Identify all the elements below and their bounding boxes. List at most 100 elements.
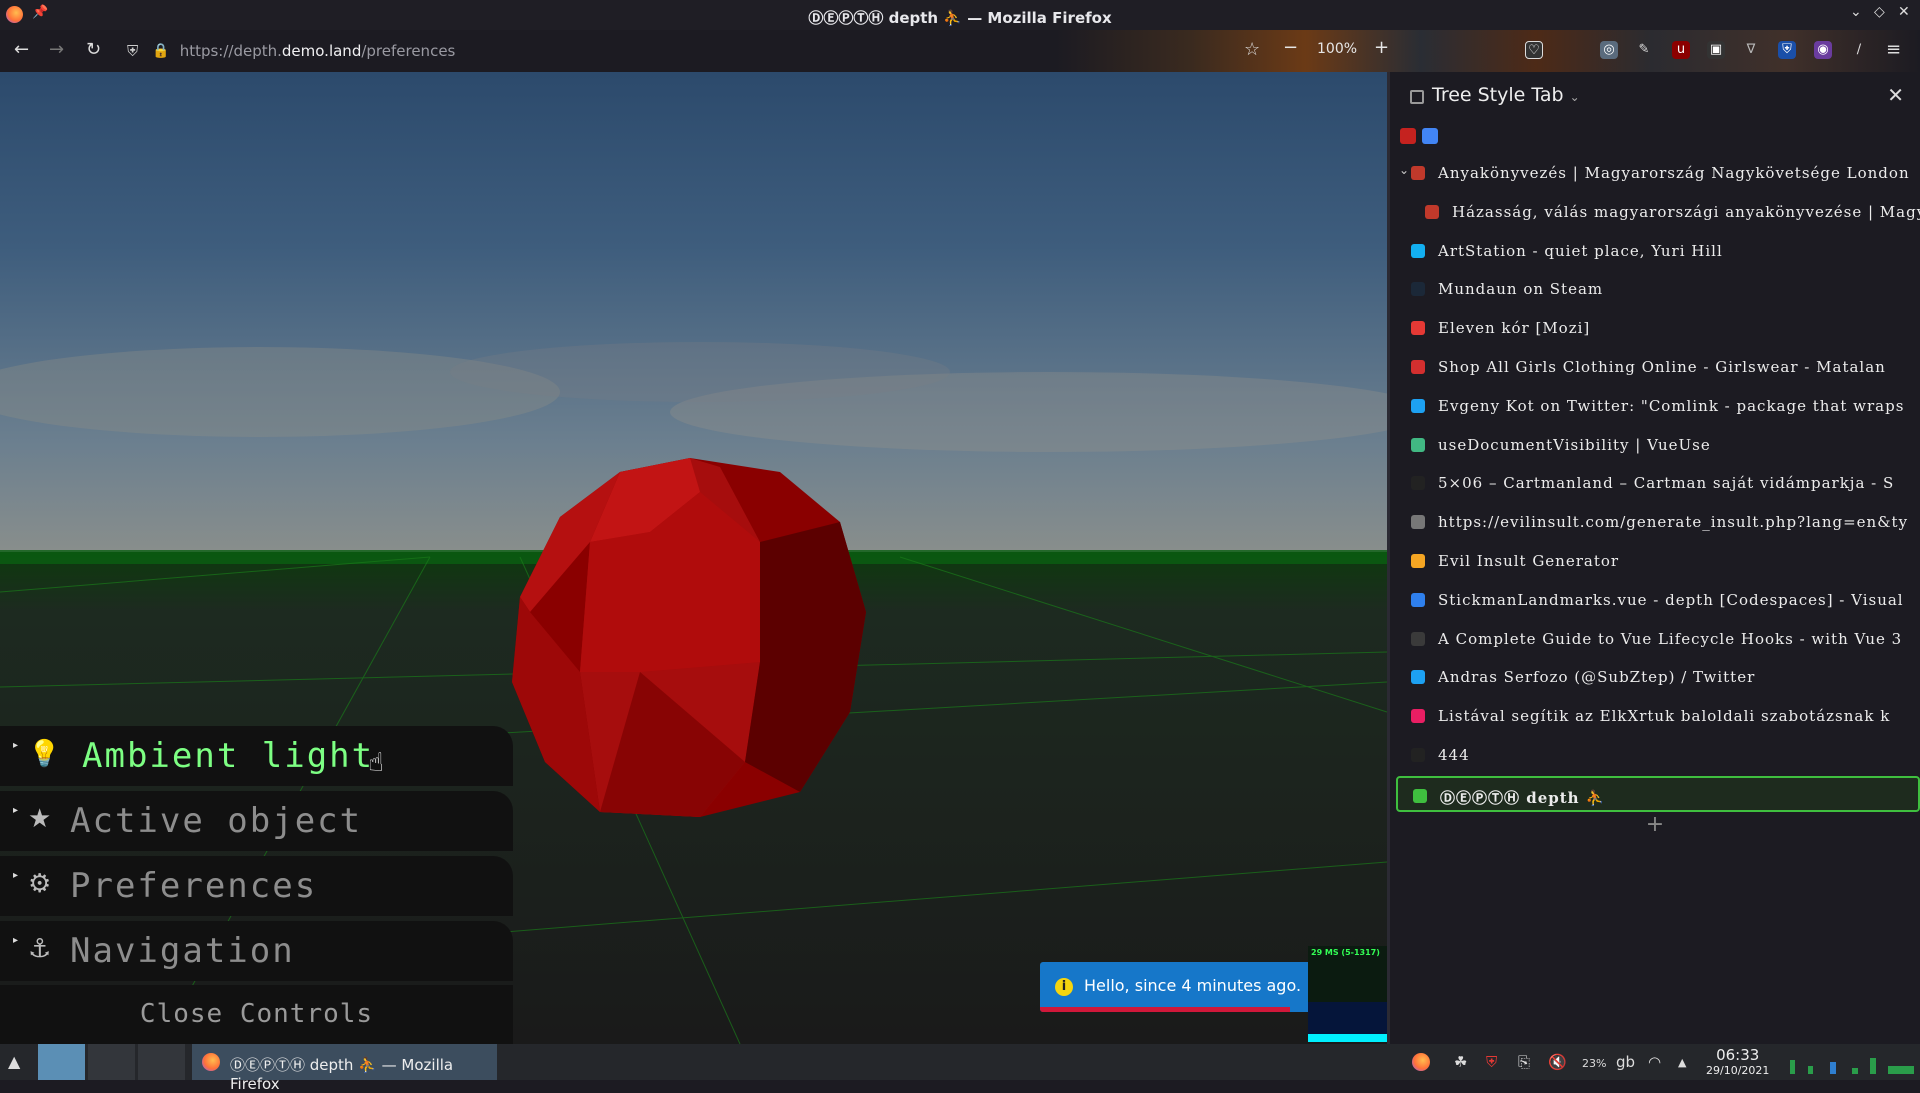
tab-item[interactable]: ArtStation - quiet place, Yuri Hill bbox=[1396, 233, 1920, 269]
bitwarden-icon[interactable]: ⛨ bbox=[1778, 41, 1796, 59]
clock-date: 29/10/2021 bbox=[1706, 1064, 1770, 1077]
task-title: ⒹⒺⓅⓉⒽ depth ⛹ — Mozilla Firefox bbox=[230, 1056, 454, 1093]
workspace-1[interactable] bbox=[38, 1044, 85, 1080]
menu-icon[interactable]: ≡ bbox=[1886, 39, 1901, 60]
taskbar-firefox-task[interactable]: ⒹⒺⓅⓉⒽ depth ⛹ — Mozilla Firefox bbox=[192, 1044, 497, 1093]
bookmark-star-icon[interactable]: ☆ bbox=[1244, 39, 1260, 60]
new-tab-button[interactable]: + bbox=[1390, 812, 1920, 837]
tab-title: StickmanLandmarks.vue - depth [Codespace… bbox=[1438, 590, 1904, 609]
extension-icon[interactable]: ▣ bbox=[1707, 41, 1725, 59]
zoom-level[interactable]: 100% bbox=[1317, 41, 1357, 57]
reload-icon[interactable]: ↻ bbox=[86, 39, 101, 60]
pinned-tabs bbox=[1400, 126, 1438, 150]
tab-active[interactable]: ⒹⒺⓅⓉⒽ depth ⛹ bbox=[1396, 775, 1920, 812]
favicon-icon bbox=[1411, 554, 1425, 568]
extension-icon[interactable]: ◎ bbox=[1600, 41, 1618, 59]
tab-title: Evil Insult Generator bbox=[1438, 552, 1620, 570]
favicon-icon bbox=[1411, 631, 1425, 646]
minimize-icon[interactable]: ⌄ bbox=[1850, 4, 1862, 20]
url-text[interactable]: https://depth.demo.land/preferences bbox=[180, 42, 456, 60]
control-preferences[interactable]: ▸ ⚙ Preferences bbox=[0, 856, 513, 916]
close-window-icon[interactable]: ✕ bbox=[1898, 4, 1910, 20]
fps-stats-panel[interactable]: 29 MS (5-1317) bbox=[1308, 946, 1388, 1042]
pocket-icon[interactable]: ♡ bbox=[1525, 41, 1543, 59]
tab-title: Eleven kór [Mozi] bbox=[1438, 319, 1591, 338]
zoom-in-button[interactable]: + bbox=[1374, 37, 1389, 58]
extension-icon[interactable]: ∕ bbox=[1850, 41, 1868, 59]
ublock-icon[interactable]: u bbox=[1672, 41, 1690, 59]
workspace-2[interactable] bbox=[88, 1044, 135, 1080]
back-icon[interactable]: ← bbox=[14, 39, 29, 60]
url-bar[interactable]: ⛨ 🔒 https://depth.demo.land/preferences bbox=[125, 35, 1230, 67]
maximize-icon[interactable]: ◇ bbox=[1874, 4, 1885, 20]
tab-title: ArtStation - quiet place, Yuri Hill bbox=[1438, 241, 1723, 260]
control-navigation[interactable]: ▸ ⚓ Navigation bbox=[0, 921, 513, 981]
tab-title: Andras Serfozo (@SubZtep) / Twitter bbox=[1438, 668, 1756, 687]
tab-item[interactable]: A Complete Guide to Vue Lifecycle Hooks … bbox=[1396, 621, 1920, 657]
tab-item[interactable]: 444 bbox=[1396, 737, 1920, 773]
favicon-icon bbox=[1411, 321, 1425, 336]
stats-graph bbox=[1308, 1002, 1388, 1042]
tab-item[interactable]: useDocumentVisibility | VueUse bbox=[1396, 427, 1920, 463]
tab-item[interactable]: Evil Insult Generator bbox=[1396, 543, 1920, 579]
bug-icon[interactable]: ☘ bbox=[1454, 1053, 1467, 1071]
tab-item[interactable]: StickmanLandmarks.vue - depth [Codespace… bbox=[1396, 582, 1920, 618]
tray-expand-icon[interactable]: ▲ bbox=[1678, 1056, 1686, 1069]
sidebar-title[interactable]: Tree Style Tab ⌄ bbox=[1432, 84, 1580, 106]
tab-item[interactable]: Mundaun on Steam bbox=[1396, 271, 1920, 307]
clock-time: 06:33 bbox=[1716, 1046, 1760, 1064]
red-sphere[interactable] bbox=[512, 458, 866, 817]
favicon-icon bbox=[1411, 398, 1425, 413]
tab-title: ⒹⒺⓅⓉⒽ depth ⛹ bbox=[1440, 788, 1606, 807]
stats-label: 29 MS (5-1317) bbox=[1311, 948, 1380, 957]
forward-icon[interactable]: → bbox=[49, 39, 64, 60]
tab-item[interactable]: Shop All Girls Clothing Online - Girlswe… bbox=[1396, 349, 1920, 385]
tab-item[interactable]: ⌄ Anyakönyvezés | Magyarország Nagykövets… bbox=[1396, 155, 1920, 191]
workspace-3[interactable] bbox=[138, 1044, 185, 1080]
tab-item[interactable]: Házasság, válás magyarországi anyakönyve… bbox=[1396, 194, 1920, 230]
battery-indicator[interactable]: 23% bbox=[1582, 1057, 1606, 1070]
taskbar: ▲ ⒹⒺⓅⓉⒽ depth ⛹ — Mozilla Firefox ☘ ⛨ ⎘ … bbox=[0, 1044, 1920, 1093]
collapse-twisty-icon[interactable]: ⌄ bbox=[1399, 163, 1410, 177]
clipboard-icon[interactable]: ⎘ bbox=[1518, 1053, 1530, 1071]
lock-icon[interactable]: 🔒 bbox=[152, 43, 169, 59]
tab-item[interactable]: https://evilinsult.com/generate_insult.p… bbox=[1396, 504, 1920, 540]
volume-mute-icon[interactable]: 🔇 bbox=[1548, 1053, 1567, 1071]
tab-item[interactable]: Eleven kór [Mozi] bbox=[1396, 310, 1920, 346]
tab-item[interactable]: Andras Serfozo (@SubZtep) / Twitter bbox=[1396, 659, 1920, 695]
tab-title: Házasság, válás magyarországi anyakönyve… bbox=[1452, 202, 1920, 221]
tab-item[interactable]: Evgeny Kot on Twitter: "Comlink - packag… bbox=[1396, 388, 1920, 424]
control-ambient-light[interactable]: ▸ 💡 Ambient light ☝ bbox=[0, 726, 513, 786]
shield-tray-icon[interactable]: ⛨ bbox=[1486, 1053, 1497, 1071]
zoom-out-button[interactable]: − bbox=[1283, 37, 1298, 58]
start-menu-icon[interactable]: ▲ bbox=[8, 1052, 20, 1088]
extension-icon[interactable]: ◉ bbox=[1814, 41, 1832, 59]
clock[interactable]: 06:33 29/10/2021 bbox=[1706, 1046, 1769, 1077]
anchor-icon: ⚓ bbox=[28, 934, 52, 964]
tracking-shield-icon[interactable]: ⛨ bbox=[127, 42, 138, 60]
wifi-icon[interactable]: ◠ bbox=[1648, 1053, 1661, 1071]
favicon-icon bbox=[1411, 166, 1425, 180]
firefox-tray-icon[interactable] bbox=[1412, 1053, 1430, 1071]
close-controls-button[interactable]: Close Controls bbox=[0, 985, 513, 1044]
favicon-icon bbox=[1411, 748, 1425, 762]
sidebar-icon bbox=[1410, 90, 1424, 104]
favicon-icon bbox=[1413, 788, 1427, 803]
expand-triangle-icon: ▸ bbox=[13, 740, 19, 751]
pen-icon[interactable]: ✎ bbox=[1635, 41, 1653, 59]
control-label: Preferences bbox=[70, 866, 318, 906]
favicon-icon bbox=[1411, 709, 1425, 724]
gmail-pinned-tab-icon[interactable] bbox=[1400, 128, 1416, 144]
tab-item[interactable]: Listával segítik az ElkXrtuk baloldali s… bbox=[1396, 698, 1920, 734]
keyboard-layout[interactable]: gb bbox=[1616, 1053, 1635, 1071]
control-active-object[interactable]: ▸ ★ Active object bbox=[0, 791, 513, 851]
window-title: ⒹⒺⓅⓉⒽ depth ⛹ — Mozilla Firefox bbox=[808, 9, 1112, 27]
favicon-icon bbox=[1411, 282, 1425, 297]
tab-title: Shop All Girls Clothing Online - Girlswe… bbox=[1438, 358, 1886, 376]
close-sidebar-icon[interactable]: ✕ bbox=[1887, 83, 1904, 107]
lightbulb-icon: 💡 bbox=[28, 739, 61, 769]
vue-devtools-icon[interactable]: ∇ bbox=[1742, 41, 1760, 59]
tab-item[interactable]: 5×06 – Cartmanland – Cartman saját vidám… bbox=[1396, 465, 1920, 501]
docs-pinned-tab-icon[interactable] bbox=[1422, 128, 1438, 144]
cpu-graph bbox=[1790, 1052, 1915, 1074]
